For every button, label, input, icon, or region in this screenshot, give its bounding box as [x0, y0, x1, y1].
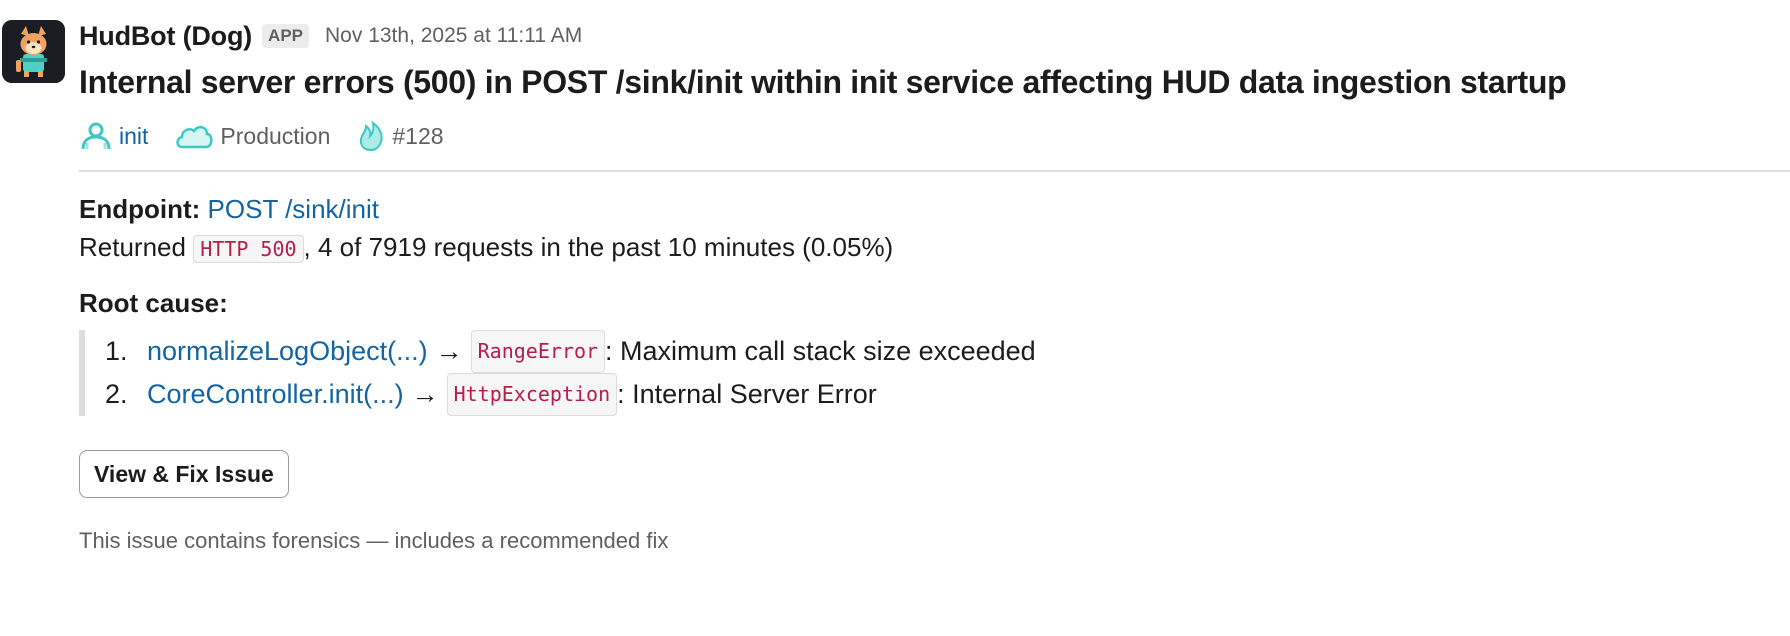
tag-environment-label: Production	[220, 122, 331, 149]
function-link[interactable]: CoreController.init(...)	[147, 375, 404, 414]
bot-avatar[interactable]	[2, 20, 65, 83]
message: HudBot (Dog) APP Nov 13th, 2025 at 11:11…	[79, 18, 1790, 554]
app-badge: APP	[262, 24, 310, 48]
tag-service-label: init	[119, 122, 149, 149]
service-users-icon	[81, 122, 111, 150]
endpoint-label: Endpoint:	[79, 194, 201, 224]
root-cause-item: 1. normalizeLogObject(...) → RangeError …	[105, 330, 1790, 373]
cloud-icon	[176, 125, 214, 149]
bot-name[interactable]: HudBot (Dog)	[79, 21, 252, 52]
root-cause-label: Root cause:	[79, 288, 228, 318]
message-header: HudBot (Dog) APP Nov 13th, 2025 at 11:11…	[79, 18, 1790, 54]
error-message: : Internal Server Error	[617, 379, 877, 409]
returned-prefix: Returned	[79, 232, 186, 262]
tag-row: init Production #128	[79, 116, 1790, 156]
issue-title: Internal server errors (500) in POST /si…	[79, 64, 1567, 100]
returned-suffix: , 4 of 7919 requests in the past 10 minu…	[303, 232, 894, 262]
footer-note: This issue contains forensics — includes…	[79, 528, 669, 553]
returned-line: Returned HTTP 500, 4 of 7919 requests in…	[79, 230, 1790, 266]
http-status-code: HTTP 500	[193, 235, 304, 263]
root-cause-list: 1. normalizeLogObject(...) → RangeError …	[105, 330, 1790, 416]
tag-issue-number-label: #128	[392, 122, 444, 149]
timestamp[interactable]: Nov 13th, 2025 at 11:11 AM	[325, 24, 582, 48]
flame-icon	[360, 120, 383, 152]
function-link[interactable]: normalizeLogObject(...)	[147, 332, 428, 371]
list-number: 1.	[105, 336, 128, 366]
shiba-dog-icon	[2, 20, 65, 83]
endpoint-line: Endpoint: POST /sink/init	[79, 192, 1790, 226]
tag-environment[interactable]: Production	[174, 122, 330, 150]
list-number: 2.	[105, 379, 128, 409]
arrow: →	[411, 379, 439, 409]
endpoint-link[interactable]: POST /sink/init	[208, 194, 379, 224]
arrow: →	[435, 336, 463, 366]
tag-service[interactable]: init	[79, 121, 148, 151]
root-cause-quote: 1. normalizeLogObject(...) → RangeError …	[79, 330, 1790, 416]
divider	[79, 170, 1790, 172]
tag-issue-number[interactable]: #128	[356, 120, 444, 152]
error-type: HttpException	[446, 373, 618, 416]
root-cause-item: 2. CoreController.init(...) → HttpExcept…	[105, 373, 1790, 416]
error-type: RangeError	[470, 330, 606, 373]
error-message: : Maximum call stack size exceeded	[605, 336, 1036, 366]
view-fix-issue-button[interactable]: View & Fix Issue	[79, 450, 289, 498]
